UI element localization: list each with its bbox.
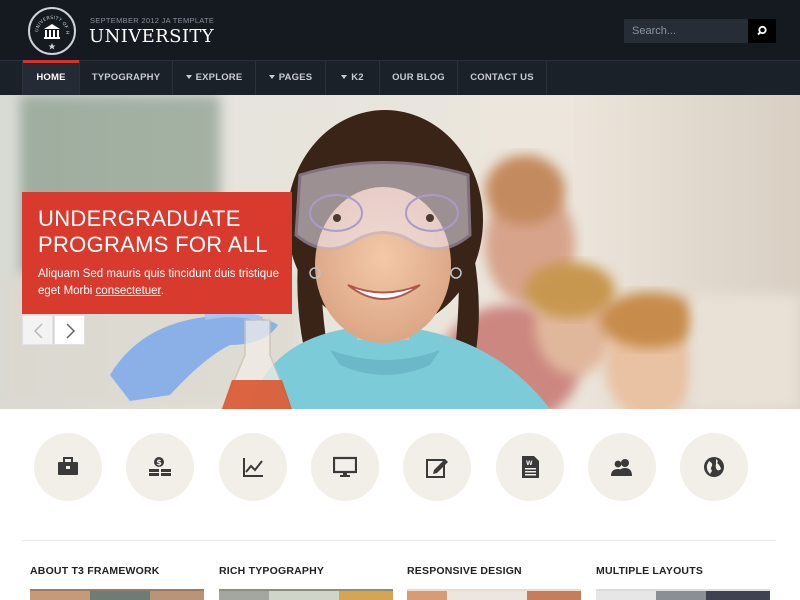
column-title-layouts[interactable]: MULTIPLE LAYOUTS (596, 565, 703, 577)
feature-icons-row: $ W (0, 409, 800, 540)
feature-monitor[interactable] (311, 433, 379, 501)
hero-slideshow: UNDERGRADUATE PROGRAMS FOR ALL Aliquam S… (0, 95, 800, 409)
hero-title-line: UNDERGRADUATE (38, 206, 241, 231)
university-seal-logo[interactable]: UNIVERSITY OF HARVERSE (28, 7, 76, 55)
briefcase-icon (58, 457, 78, 475)
nav-item-label: PAGES (278, 72, 313, 83)
site-title[interactable]: UNIVERSITY (89, 26, 214, 47)
column-title-about[interactable]: ABOUT T3 FRAMEWORK (30, 565, 160, 577)
slide-next-button[interactable] (54, 315, 85, 345)
nav-item-contact-us[interactable]: CONTACT US (458, 61, 547, 95)
caret-down-icon (185, 75, 192, 79)
caret-down-icon (341, 75, 348, 79)
feature-document[interactable]: W (496, 433, 564, 501)
caret-down-icon (268, 75, 275, 79)
nav-item-label: CONTACT US (470, 72, 534, 83)
feature-money[interactable]: $ (126, 433, 194, 501)
site-header: UNIVERSITY OF HARVERSE SEPTEMBER 2012 JA… (0, 0, 800, 60)
feature-globe[interactable] (680, 433, 748, 501)
hero-description: Aliquam Sed mauris quis tincidunt duis t… (38, 266, 288, 300)
column-thumbnail[interactable] (596, 589, 770, 600)
column-thumbnail[interactable] (219, 589, 393, 600)
search-icon (757, 25, 767, 36)
users-icon (611, 459, 632, 476)
nav-item-home[interactable]: HOME (23, 60, 80, 95)
nav-item-explore[interactable]: EXPLORE (173, 61, 256, 95)
hero-link[interactable]: consectetuer (96, 285, 161, 297)
section-divider (22, 540, 776, 541)
nav-item-label: TYPOGRAPHY (91, 72, 161, 83)
nav-item-label: OUR BLOG (392, 72, 445, 83)
globe-icon (704, 457, 724, 477)
hero-title-line: PROGRAMS FOR ALL (38, 232, 268, 257)
nav-item-pages[interactable]: PAGES (256, 61, 326, 95)
money-icon: $ (149, 457, 171, 476)
nav-item-k2[interactable]: K2 (326, 61, 380, 95)
monitor-icon (333, 456, 357, 477)
thumbnail-photo (219, 591, 393, 600)
column-thumbnail[interactable] (407, 589, 581, 600)
hero-text-end: . (160, 285, 164, 297)
slide-prev-button[interactable] (22, 315, 53, 345)
column-title-typography[interactable]: RICH TYPOGRAPHY (219, 565, 324, 577)
svg-text:$: $ (156, 458, 162, 467)
feature-chart[interactable] (219, 433, 287, 501)
search-button[interactable] (748, 19, 776, 43)
main-navigation: HOME TYPOGRAPHY EXPLORE PAGES K2 OUR BLO… (0, 60, 800, 95)
feature-users[interactable] (588, 433, 656, 501)
hero-caption: UNDERGRADUATE PROGRAMS FOR ALL Aliquam S… (22, 192, 292, 314)
feature-edit[interactable] (403, 433, 471, 501)
hero-title: UNDERGRADUATE PROGRAMS FOR ALL (38, 206, 288, 258)
chevron-left-icon (33, 323, 43, 339)
edit-icon (426, 459, 448, 478)
nav-item-our-blog[interactable]: OUR BLOG (380, 61, 458, 95)
nav-item-label: EXPLORE (195, 72, 243, 83)
chevron-right-icon (66, 323, 76, 339)
thumbnail-photo (407, 591, 581, 600)
column-thumbnail[interactable] (30, 589, 204, 600)
site-tagline: SEPTEMBER 2012 JA TEMPLATE (90, 16, 215, 25)
thumbnail-photo (30, 591, 204, 600)
thumbnail-photo (596, 591, 770, 600)
nav-item-label: K2 (351, 72, 364, 83)
column-title-responsive[interactable]: RESPONSIVE DESIGN (407, 565, 522, 577)
feature-briefcase[interactable] (34, 433, 102, 501)
nav-item-label: HOME (36, 72, 66, 83)
svg-text:W: W (526, 460, 533, 467)
search-input[interactable] (624, 19, 748, 43)
nav-item-typography[interactable]: TYPOGRAPHY (80, 61, 173, 95)
document-icon: W (522, 456, 539, 478)
chart-icon (243, 458, 263, 477)
